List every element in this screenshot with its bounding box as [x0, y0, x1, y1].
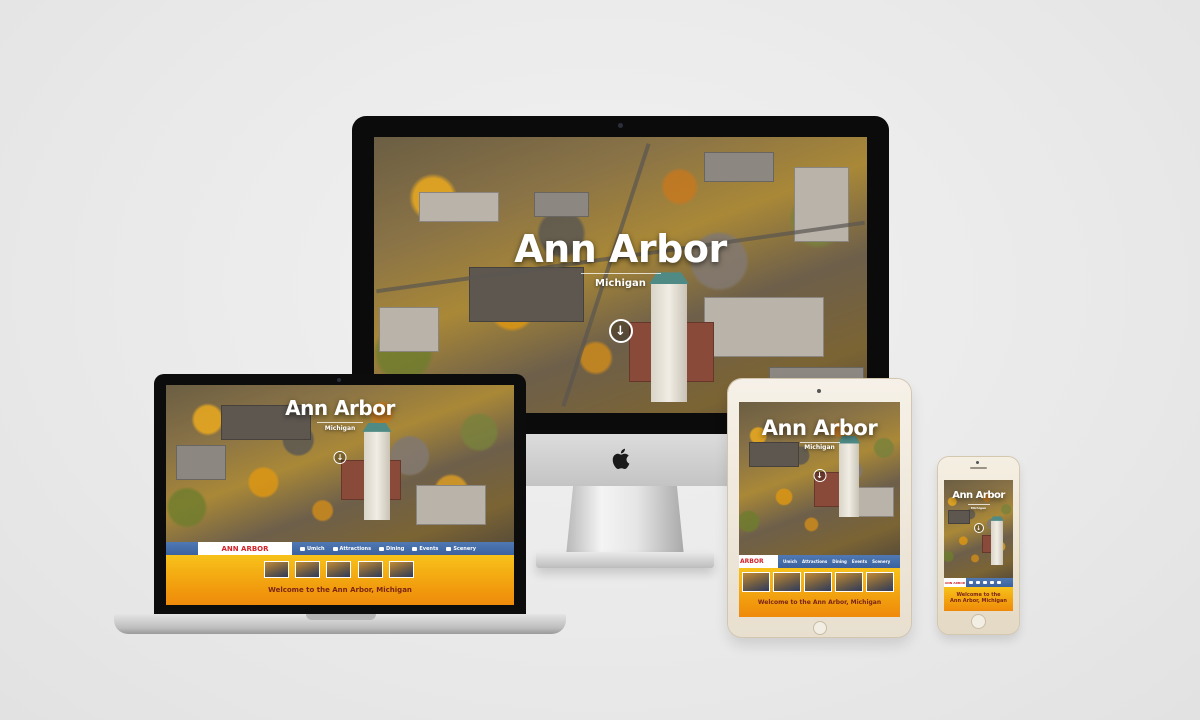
nav-item-attractions[interactable]: Attractions: [332, 545, 372, 552]
events-icon[interactable]: [990, 581, 994, 584]
arrow-down-circle-icon[interactable]: ↓: [333, 451, 347, 464]
laptop-screen: Ann Arbor Michigan ↓ ANN ARBOR Umich Att…: [166, 385, 514, 605]
events-icon: [412, 546, 418, 551]
welcome-text: Welcome to the Ann Arbor, Michigan: [944, 592, 1013, 604]
nav-label: Dining: [832, 559, 847, 564]
scenery-icon[interactable]: [997, 581, 1001, 584]
thumbnail[interactable]: [866, 572, 894, 592]
thumbnail[interactable]: [358, 561, 383, 578]
welcome-line-2: Ann Arbor, Michigan: [950, 598, 1007, 604]
phone-speaker: [970, 467, 987, 469]
imac-screen: Ann Arbor Michigan ↓: [374, 137, 867, 413]
hero-title: Ann Arbor: [514, 227, 727, 271]
thumbnail[interactable]: [804, 572, 832, 592]
arrow-down-circle-icon[interactable]: ↓: [608, 319, 633, 343]
hero-subtitle: Michigan: [580, 273, 661, 289]
intro-panel: Welcome to the Ann Arbor, Michigan: [166, 555, 514, 605]
intro-panel: Welcome to the Ann Arbor, Michigan: [739, 568, 900, 617]
attractions-icon: [332, 546, 338, 551]
welcome-text: Welcome to the Ann Arbor, Michigan: [268, 586, 412, 594]
laptop-notch: [306, 614, 376, 620]
brand-logo[interactable]: ANN ARBOR: [944, 578, 966, 587]
tablet-screen: Ann Arbor Michigan ↓ ARBOR Umich Attract…: [739, 402, 900, 617]
main-nav: ARBOR Umich Attractions Dining Events Sc…: [739, 555, 900, 568]
umich-icon[interactable]: [969, 581, 973, 584]
nav-item-dining[interactable]: Dining: [379, 546, 404, 552]
main-nav: ANN ARBOR Umich Attractions Dining Event…: [166, 542, 514, 555]
nav-label: Scenery: [453, 545, 476, 552]
hero-title: Ann Arbor: [285, 396, 395, 420]
thumbnail[interactable]: [326, 561, 351, 578]
hero-title: Ann Arbor: [761, 416, 878, 440]
nav-label: Events: [419, 545, 439, 552]
attractions-icon[interactable]: [976, 581, 980, 584]
nav-item-dining[interactable]: Dining: [832, 559, 847, 564]
nav-label: Attractions: [339, 545, 372, 552]
intro-panel: Welcome to the Ann Arbor, Michigan: [944, 587, 1013, 611]
umich-icon: [300, 546, 305, 551]
thumbnail[interactable]: [295, 561, 320, 578]
hero-title: Ann Arbor: [952, 490, 1005, 501]
nav-item-scenery[interactable]: Scenery: [446, 546, 476, 552]
nav-label: Scenery: [872, 559, 891, 564]
arrow-down-circle-icon[interactable]: ↓: [813, 469, 826, 482]
nav-item-events[interactable]: Events: [412, 546, 438, 552]
thumbnail[interactable]: [389, 561, 414, 578]
hero-subtitle: Michigan: [967, 504, 990, 510]
tablet-home-button[interactable]: [813, 621, 827, 635]
apple-logo-icon: [612, 448, 630, 470]
thumbnail[interactable]: [742, 572, 770, 592]
main-nav: ANN ARBOR: [944, 578, 1013, 587]
imac-camera: [618, 123, 623, 128]
nav-item-umich[interactable]: Umich: [783, 559, 797, 564]
dining-icon: [379, 546, 385, 551]
phone-screen: Ann Arbor Michigan ↓ ANN ARBOR Welcome t…: [944, 480, 1013, 611]
thumbnail[interactable]: [264, 561, 289, 578]
brand-logo[interactable]: ANN ARBOR: [198, 542, 292, 555]
nav-label: Umich: [307, 545, 325, 552]
hero-subtitle: Michigan: [799, 442, 840, 451]
nav-item-events[interactable]: Events: [852, 559, 867, 564]
hero-subtitle: Michigan: [317, 422, 363, 432]
thumbnail[interactable]: [835, 572, 863, 592]
scenery-icon: [446, 546, 452, 551]
brand-logo[interactable]: ARBOR: [739, 555, 778, 568]
thumbnail[interactable]: [773, 572, 801, 592]
nav-item-umich[interactable]: Umich: [300, 546, 325, 552]
welcome-text: Welcome to the Ann Arbor, Michigan: [757, 599, 882, 606]
nav-label: Events: [851, 559, 868, 564]
imac-stand-neck: [566, 486, 684, 556]
nav-label: Umich: [783, 559, 798, 564]
arrow-down-circle-icon[interactable]: ↓: [973, 523, 984, 533]
nav-label: Dining: [386, 545, 405, 552]
laptop-camera: [337, 378, 341, 382]
imac-stand-foot: [536, 552, 714, 568]
phone-camera: [976, 461, 979, 464]
nav-item-attractions[interactable]: Attractions: [802, 559, 827, 564]
tablet-camera: [817, 389, 821, 393]
nav-label: Attractions: [802, 559, 828, 564]
dining-icon[interactable]: [983, 581, 987, 584]
phone-home-button[interactable]: [971, 614, 986, 629]
nav-item-scenery[interactable]: Scenery: [872, 559, 890, 564]
